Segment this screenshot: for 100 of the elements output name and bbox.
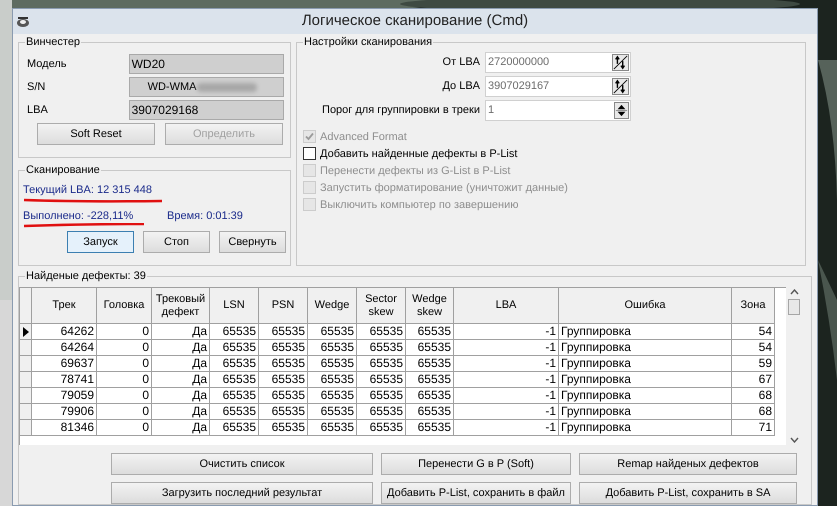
table-cell: 65535 (259, 420, 308, 436)
column-header[interactable]: Головка (97, 288, 152, 324)
column-header[interactable]: Wedge (308, 288, 357, 324)
column-header[interactable]: LSN (210, 288, 259, 324)
table-cell: 67 (732, 372, 775, 388)
field-label: От LBA (442, 55, 480, 70)
window-title: Логическое сканирование (Cmd) (302, 11, 528, 32)
table-cell: -1 (454, 420, 559, 436)
table-cell: 65535 (259, 324, 308, 340)
group-title: Найденые дефекты: 39 (25, 269, 147, 283)
row-pointer-icon (22, 326, 28, 336)
table-cell: Да (152, 420, 210, 436)
table-cell: 65535 (357, 388, 406, 404)
table-cell: 65535 (308, 388, 357, 404)
column-header[interactable]: Трековый дефект (152, 288, 210, 324)
push-button[interactable]: Добавить P-List, сохранить в файл (381, 482, 571, 504)
number-field[interactable]: 3907029167 (485, 76, 631, 97)
table-cell: 68 (732, 388, 775, 404)
column-header[interactable]: Sector skew (357, 288, 406, 324)
scroll-up-icon[interactable] (790, 289, 798, 295)
read-only-field[interactable]: WD-WMA (128, 77, 284, 97)
scroll-thumb[interactable] (788, 299, 800, 315)
row-header[interactable] (20, 324, 32, 340)
push-button[interactable]: Стоп (143, 231, 210, 253)
push-button[interactable]: Загрузить последний результат (111, 482, 373, 504)
read-only-field[interactable]: 3907029168 (128, 100, 284, 120)
table-cell: Да (152, 372, 210, 388)
table-cell: Группировка (559, 388, 732, 404)
table-cell: 65535 (406, 404, 454, 420)
table-cell: -1 (454, 324, 559, 340)
checkbox-label: Перенести дефекты из G-List в P-List (320, 164, 510, 178)
table-cell: 65535 (357, 324, 406, 340)
push-button[interactable]: Запуск (67, 231, 134, 253)
table-cell: 65535 (210, 356, 259, 372)
column-header[interactable]: PSN (259, 288, 308, 324)
table-cell: Да (152, 340, 210, 356)
table-cell: 54 (732, 340, 775, 356)
table-cell: 65535 (406, 356, 454, 372)
table-cell: 71 (732, 420, 775, 436)
table-cell: Группировка (559, 404, 732, 420)
table-cell: Группировка (559, 420, 732, 436)
table-cell: 0 (97, 324, 152, 340)
table-cell: 65535 (210, 324, 259, 340)
table-cell: Группировка (559, 340, 732, 356)
table-cell: 65535 (406, 388, 454, 404)
table-cell: Группировка (559, 372, 732, 388)
table-cell: 64262 (32, 324, 97, 340)
checkbox-label: Выключить компьютер по завершению (320, 198, 518, 212)
spinner-arrows-icon (614, 102, 629, 119)
table-cell: 65535 (259, 388, 308, 404)
table-cell: 59 (732, 356, 775, 372)
table-cell: Группировка (559, 324, 732, 340)
read-only-field[interactable]: WD20 (128, 54, 284, 74)
table-cell: 65535 (210, 340, 259, 356)
table-cell: 65535 (406, 324, 454, 340)
table-cell: 0 (97, 404, 152, 420)
field-label: S/N (26, 80, 46, 95)
push-button[interactable]: Remap найденых дефектов (579, 453, 797, 475)
progress-text: Выполнено: -228,11% (23, 209, 134, 223)
column-header[interactable]: Ошибка (559, 288, 732, 324)
swap-arrows-icon (612, 54, 629, 71)
column-header[interactable]: Зона (732, 288, 775, 324)
table-cell: 0 (97, 420, 152, 436)
table-cell: 65535 (259, 356, 308, 372)
table-cell: 65535 (259, 404, 308, 420)
current-lba-text: Текущий LBA: 12 315 448 (23, 183, 152, 197)
table-cell: Да (152, 388, 210, 404)
column-header[interactable]: Трек (32, 288, 97, 324)
swap-arrows-icon (612, 78, 629, 95)
table-cell: 65535 (308, 404, 357, 420)
table-cell: 65535 (406, 372, 454, 388)
field-label: LBA (26, 102, 49, 118)
table-cell: Группировка (559, 356, 732, 372)
scroll-down-icon[interactable] (790, 437, 798, 443)
table-cell: 79906 (32, 404, 97, 420)
number-field[interactable]: 1 (485, 100, 631, 121)
table-cell: 65535 (259, 372, 308, 388)
number-field[interactable]: 2720000000 (485, 52, 631, 73)
column-header[interactable]: LBA (454, 288, 559, 324)
table-cell: 65535 (259, 340, 308, 356)
table-cell: -1 (454, 388, 559, 404)
elapsed-time: Время: 0:01:39 (167, 208, 243, 224)
table-cell: 65535 (308, 420, 357, 436)
push-button[interactable]: Перенести G в P (Soft) (381, 453, 571, 475)
table-cell: Да (152, 404, 210, 420)
table-cell: 65535 (357, 404, 406, 420)
table-cell: 64264 (32, 340, 97, 356)
push-button[interactable]: Добавить P-List, сохранить в SA (579, 482, 797, 504)
push-button[interactable]: Очистить список (111, 453, 373, 475)
table-cell: 65535 (308, 324, 357, 340)
push-button[interactable]: Свернуть (219, 231, 286, 253)
table-cell: 65535 (308, 356, 357, 372)
field-label: До LBA (442, 79, 480, 94)
table-cell: Да (152, 356, 210, 372)
group-title: Настройки сканирования (303, 35, 434, 49)
column-header[interactable]: Wedge skew (406, 288, 454, 324)
checkbox[interactable] (303, 147, 316, 160)
check-icon (305, 132, 314, 141)
table-cell: 65535 (210, 404, 259, 420)
push-button[interactable]: Soft Reset (37, 123, 155, 145)
